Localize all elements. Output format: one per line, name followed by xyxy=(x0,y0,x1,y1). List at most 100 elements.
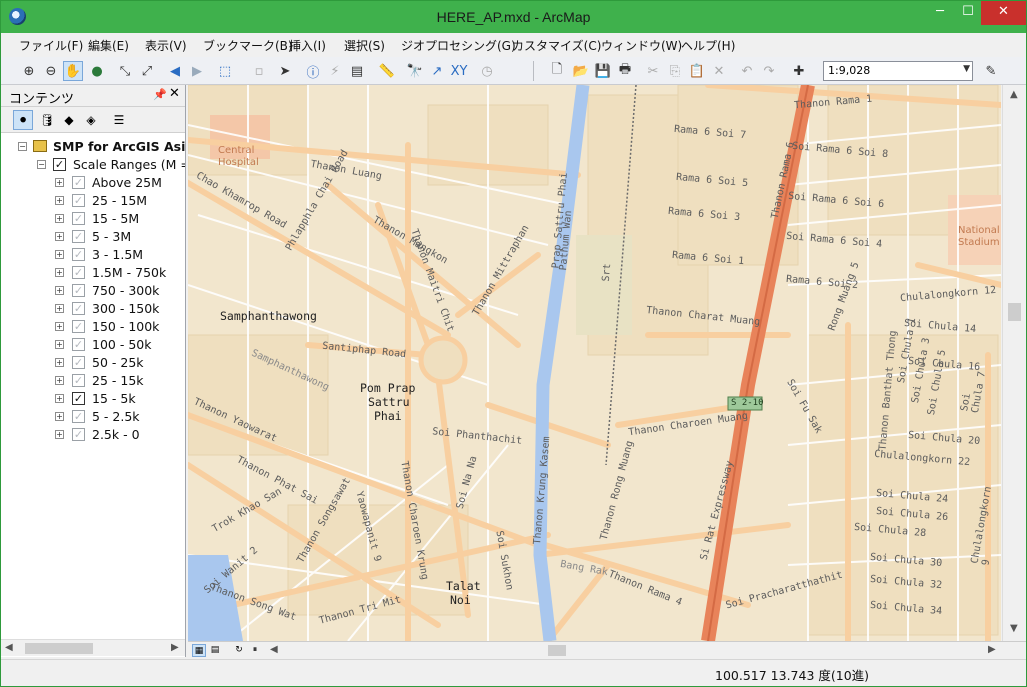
expand-icon[interactable]: + xyxy=(55,178,64,187)
scale-range-checkbox[interactable]: ✓ xyxy=(72,230,85,243)
collapse-icon[interactable]: − xyxy=(18,142,27,151)
print-icon[interactable]: 🖶 xyxy=(615,61,635,81)
group-layer-checkbox[interactable]: ✓ xyxy=(53,158,66,171)
scale-range-checkbox[interactable]: ✓ xyxy=(72,338,85,351)
undo-icon[interactable]: ↶ xyxy=(737,61,757,81)
scale-range-checkbox[interactable]: ✓ xyxy=(72,374,85,387)
measure-icon[interactable]: 📏 xyxy=(377,61,397,81)
scroll-down-icon[interactable]: ▼ xyxy=(1010,623,1018,634)
menu-file[interactable]: ファイル(F) xyxy=(19,37,83,54)
scale-range-row[interactable]: + ✓ 15 - 5M xyxy=(1,210,185,228)
scale-range-checkbox[interactable]: ✓ xyxy=(72,194,85,207)
layout-view-icon[interactable]: ▤ xyxy=(208,644,222,657)
map-scale-dropdown[interactable]: 1:9,028 ▼ xyxy=(823,61,973,81)
scale-range-row[interactable]: + ✓ 150 - 100k xyxy=(1,318,185,336)
clear-selection-icon[interactable]: ▫ xyxy=(249,61,269,81)
scroll-thumb[interactable] xyxy=(548,645,566,656)
title-bar[interactable]: HERE_AP.mxd - ArcMap ─ ☐ ✕ xyxy=(1,1,1026,33)
scale-range-row[interactable]: + ✓ 5 - 3M xyxy=(1,228,185,246)
identify-icon[interactable]: ⓘ xyxy=(303,61,323,81)
scale-range-checkbox[interactable]: ✓ xyxy=(72,248,85,261)
group-layer-row[interactable]: − ✓ Scale Ranges (M = Million, K = Thous… xyxy=(1,156,185,174)
back-arrow-icon[interactable]: ◀ xyxy=(165,61,185,81)
scale-range-checkbox[interactable]: ✓ xyxy=(72,284,85,297)
scale-range-row[interactable]: + ✓ 300 - 150k xyxy=(1,300,185,318)
scroll-right-icon[interactable]: ▶ xyxy=(171,642,179,653)
paste-icon[interactable]: 📋 xyxy=(687,61,707,81)
expand-icon[interactable]: + xyxy=(55,412,64,421)
expand-icon[interactable]: + xyxy=(55,286,64,295)
scroll-left-icon[interactable]: ◀ xyxy=(5,642,13,653)
new-document-icon[interactable]: 🗋 xyxy=(547,61,567,81)
scale-range-row[interactable]: + ✓ 2.5k - 0 xyxy=(1,426,185,444)
toc-horizontal-scrollbar[interactable]: ◀ ▶ xyxy=(1,639,185,656)
scale-range-row[interactable]: + ✓ 100 - 50k xyxy=(1,336,185,354)
menu-help[interactable]: ヘルプ(H) xyxy=(681,37,735,54)
expand-icon[interactable]: + xyxy=(55,250,64,259)
data-view-icon[interactable]: ▦ xyxy=(192,644,206,657)
map-vertical-scrollbar[interactable]: ▲ ▼ xyxy=(1002,85,1026,641)
expand-icon[interactable]: + xyxy=(55,214,64,223)
menu-edit[interactable]: 編集(E) xyxy=(88,37,129,54)
scale-range-row[interactable]: + ✓ 1.5M - 750k xyxy=(1,264,185,282)
map-display[interactable]: Samphanthawong Pom Prap Sattru Phai Tala… xyxy=(188,85,1001,641)
scale-range-checkbox[interactable]: ✓ xyxy=(72,212,85,225)
html-popup-icon[interactable]: ▤ xyxy=(347,61,367,81)
expand-icon[interactable]: + xyxy=(55,196,64,205)
scale-range-row[interactable]: + ✓ 5 - 2.5k xyxy=(1,408,185,426)
scale-range-checkbox[interactable]: ✓ xyxy=(72,356,85,369)
expand-icon[interactable]: + xyxy=(55,394,64,403)
scroll-up-icon[interactable]: ▲ xyxy=(1010,89,1018,100)
open-folder-icon[interactable]: 📂 xyxy=(571,61,591,81)
go-to-xy-icon[interactable]: XY xyxy=(449,61,469,81)
scroll-left-icon[interactable]: ◀ xyxy=(270,644,278,655)
close-button[interactable]: ✕ xyxy=(981,1,1026,25)
list-by-source-icon[interactable]: 🛢 xyxy=(37,110,57,130)
expand-icon[interactable]: + xyxy=(55,268,64,277)
scale-range-checkbox[interactable]: ✓ xyxy=(72,176,85,189)
scale-range-checkbox[interactable]: ✓ xyxy=(72,266,85,279)
zoom-out-icon[interactable]: ⊖ xyxy=(41,61,61,81)
expand-icon[interactable]: + xyxy=(55,232,64,241)
delete-icon[interactable]: ✕ xyxy=(709,61,729,81)
scale-range-row[interactable]: + ✓ 25 - 15k xyxy=(1,372,185,390)
list-by-selection-icon[interactable]: ◈ xyxy=(81,110,101,130)
scroll-right-icon[interactable]: ▶ xyxy=(988,644,996,655)
menu-bookmarks[interactable]: ブックマーク(B) xyxy=(203,37,293,54)
fixed-zoom-in-icon[interactable]: ⤡ xyxy=(115,61,135,81)
select-features-icon[interactable]: ⬚ xyxy=(215,61,235,81)
toc-close-button[interactable]: ✕ xyxy=(169,86,180,101)
refresh-icon[interactable]: ↻ xyxy=(232,644,246,657)
time-slider-icon[interactable]: ◷ xyxy=(477,61,497,81)
editor-toolbar-icon[interactable]: ✎ xyxy=(981,61,1001,81)
toc-options-icon[interactable]: ☰ xyxy=(109,110,129,130)
zoom-in-icon[interactable]: ⊕ xyxy=(19,61,39,81)
scroll-thumb[interactable] xyxy=(25,643,93,654)
list-by-drawing-order-icon[interactable]: ⚫ xyxy=(13,110,33,130)
scale-range-row[interactable]: + ✓ Above 25M xyxy=(1,174,185,192)
list-by-visibility-icon[interactable]: ◆ xyxy=(59,110,79,130)
scale-range-checkbox[interactable]: ✓ xyxy=(72,428,85,441)
find-route-icon[interactable]: ↗ xyxy=(427,61,447,81)
menu-insert[interactable]: 挿入(I) xyxy=(289,37,326,54)
menu-geoprocessing[interactable]: ジオプロセシング(G) xyxy=(401,37,516,54)
redo-icon[interactable]: ↷ xyxy=(759,61,779,81)
maximize-button[interactable]: ☐ xyxy=(953,1,983,25)
minimize-button[interactable]: ─ xyxy=(925,1,955,25)
scale-range-row[interactable]: + ✓ 50 - 25k xyxy=(1,354,185,372)
expand-icon[interactable]: + xyxy=(55,304,64,313)
collapse-icon[interactable]: − xyxy=(37,160,46,169)
scale-range-checkbox[interactable]: ✓ xyxy=(72,392,85,405)
scroll-thumb[interactable] xyxy=(1008,303,1021,321)
scale-range-checkbox[interactable]: ✓ xyxy=(72,302,85,315)
menu-customize[interactable]: カスタマイズ(C) xyxy=(512,37,601,54)
data-frame-row[interactable]: − SMP for ArcGIS Asia xyxy=(1,138,185,156)
expand-icon[interactable]: + xyxy=(55,376,64,385)
full-extent-globe-icon[interactable]: ● xyxy=(87,61,107,81)
scale-range-row[interactable]: + ✓ 3 - 1.5M xyxy=(1,246,185,264)
expand-icon[interactable]: + xyxy=(55,322,64,331)
find-binoculars-icon[interactable]: 🔭 xyxy=(405,61,425,81)
scale-range-checkbox[interactable]: ✓ xyxy=(72,410,85,423)
pan-hand-icon[interactable]: ✋ xyxy=(63,61,83,81)
auto-hide-pin-icon[interactable]: 📌 xyxy=(153,88,167,101)
